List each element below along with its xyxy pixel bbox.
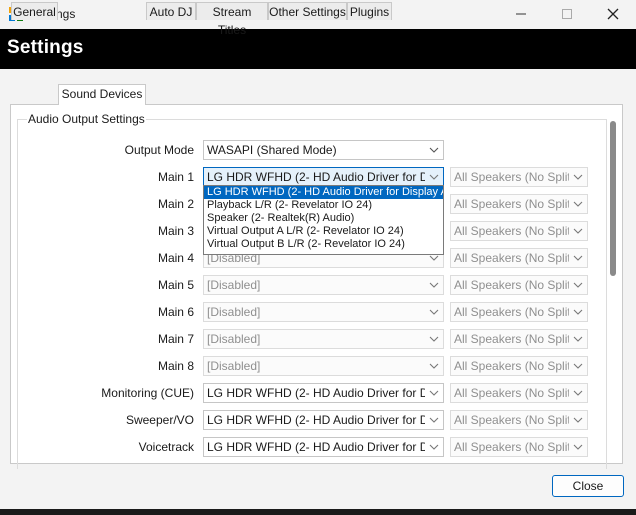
main-3-split-select[interactable]: All Speakers (No Split) [450,221,588,241]
chevron-down-icon [573,201,583,207]
chevron-down-icon [429,417,439,423]
output-mode-value: WASAPI (Shared Mode) [207,143,337,157]
monitoring-cue-device-select[interactable]: LG HDR WFHD (2- HD Audio Driver for Disp… [203,383,444,403]
panel-scrollbar[interactable] [610,121,616,276]
main-8-device-select[interactable]: [Disabled] [203,356,444,376]
dropdown-option[interactable]: LG HDR WFHD (2- HD Audio Driver for Disp… [204,186,443,199]
sweeper-vo-split-select[interactable]: All Speakers (No Split) [450,410,588,430]
chevron-down-icon [573,363,583,369]
split-value: All Speakers (No Split) [454,359,569,373]
chevron-down-icon [429,174,439,180]
voicetrack-device-select[interactable]: LG HDR WFHD (2- HD Audio Driver for Disp… [203,437,444,457]
main-1-split-select[interactable]: All Speakers (No Split) [450,167,588,187]
settings-header: Settings [0,29,636,69]
device-value: LG HDR WFHD (2- HD Audio Driver for Disp… [207,440,425,454]
main-8-split-select[interactable]: All Speakers (No Split) [450,356,588,376]
monitoring-cue-split-select[interactable]: All Speakers (No Split) [450,383,588,403]
dropdown-option[interactable]: Virtual Output A L/R (2- Revelator IO 24… [204,225,443,238]
main-4-label: Main 4 [157,251,194,265]
sweeper-vo-device-select[interactable]: LG HDR WFHD (2- HD Audio Driver for Disp… [203,410,444,430]
main1-dropdown-list[interactable]: LG HDR WFHD (2- HD Audio Driver for Disp… [203,185,444,255]
split-value: All Speakers (No Split) [454,386,569,400]
split-value: All Speakers (No Split) [454,332,569,346]
main-3-label: Main 3 [157,224,194,238]
split-value: All Speakers (No Split) [454,251,569,265]
main-7-label: Main 7 [157,332,194,346]
chevron-down-icon [429,444,439,450]
main-2-label: Main 2 [157,197,194,211]
split-value: All Speakers (No Split) [454,224,569,238]
chevron-down-icon [573,228,583,234]
voicetrack-label: Voicetrack [138,440,194,454]
main-2-split-select[interactable]: All Speakers (No Split) [450,194,588,214]
tab-general[interactable]: General [11,2,58,20]
device-value: [Disabled] [207,332,261,346]
chevron-down-icon [573,390,583,396]
voicetrack-split-select[interactable]: All Speakers (No Split) [450,437,588,457]
split-value: All Speakers (No Split) [454,440,569,454]
window-close-button[interactable] [590,0,636,28]
chevron-down-icon [573,417,583,423]
chevron-down-icon [573,282,583,288]
main-5-device-select[interactable]: [Disabled] [203,275,444,295]
sweeper-vo-label: Sweeper/VO [125,413,194,427]
chevron-down-icon [573,174,583,180]
monitoring-cue-label: Monitoring (CUE) [101,386,194,400]
main-4-split-select[interactable]: All Speakers (No Split) [450,248,588,268]
minimize-icon [516,13,526,15]
main-7-device-select[interactable]: [Disabled] [203,329,444,349]
split-value: All Speakers (No Split) [454,278,569,292]
chevron-down-icon [429,309,439,315]
chevron-down-icon [573,336,583,342]
close-icon [607,8,619,20]
device-value: [Disabled] [207,305,261,319]
dropdown-option[interactable]: Playback L/R (2- Revelator IO 24) [204,199,443,212]
main-6-split-select[interactable]: All Speakers (No Split) [450,302,588,322]
main-5-split-select[interactable]: All Speakers (No Split) [450,275,588,295]
maximize-button[interactable] [544,0,590,28]
split-value: All Speakers (No Split) [454,197,569,211]
dropdown-option[interactable]: Virtual Output B L/R (2- Revelator IO 24… [204,238,443,251]
main-6-device-select[interactable]: [Disabled] [203,302,444,322]
split-value: All Speakers (No Split) [454,305,569,319]
main-5-label: Main 5 [157,278,194,292]
main-1-label: Main 1 [157,170,194,184]
main-6-label: Main 6 [157,305,194,319]
chevron-down-icon [573,309,583,315]
dropdown-option[interactable]: Speaker (2- Realtek(R) Audio) [204,212,443,225]
chevron-down-icon [429,147,439,153]
output-mode-label: Output Mode [124,143,194,157]
page-title: Settings [7,37,84,58]
output-mode-select[interactable]: WASAPI (Shared Mode) [203,140,444,160]
tab-auto-dj[interactable]: Auto DJ [146,2,196,20]
split-value: All Speakers (No Split) [454,413,569,427]
tab-stream-titles[interactable]: Stream Titles [196,2,268,37]
chevron-down-icon [429,390,439,396]
tab-plugins[interactable]: Plugins [347,2,392,20]
taskbar-edge [0,509,636,515]
device-value: [Disabled] [207,359,261,373]
main-7-split-select[interactable]: All Speakers (No Split) [450,329,588,349]
chevron-down-icon [573,255,583,261]
device-value: LG HDR WFHD (2- HD Audio Driver for Disp… [207,386,425,400]
minimize-button[interactable] [498,0,544,28]
close-button[interactable]: Close [552,475,624,497]
chevron-down-icon [429,336,439,342]
maximize-icon [562,9,572,19]
tab-sound-devices[interactable]: Sound Devices [58,84,146,105]
split-value: All Speakers (No Split) [454,170,569,184]
chevron-down-icon [573,444,583,450]
device-value: LG HDR WFHD (2- HD Audio Driver for Disp… [207,170,425,184]
main-1-device-select[interactable]: LG HDR WFHD (2- HD Audio Driver for Disp… [203,167,444,187]
chevron-down-icon [429,282,439,288]
tab-other-settings[interactable]: Other Settings [268,2,347,20]
device-value: LG HDR WFHD (2- HD Audio Driver for Disp… [207,413,425,427]
device-value: [Disabled] [207,278,261,292]
main-8-label: Main 8 [157,359,194,373]
group-label: Audio Output Settings [27,112,146,126]
chevron-down-icon [429,363,439,369]
